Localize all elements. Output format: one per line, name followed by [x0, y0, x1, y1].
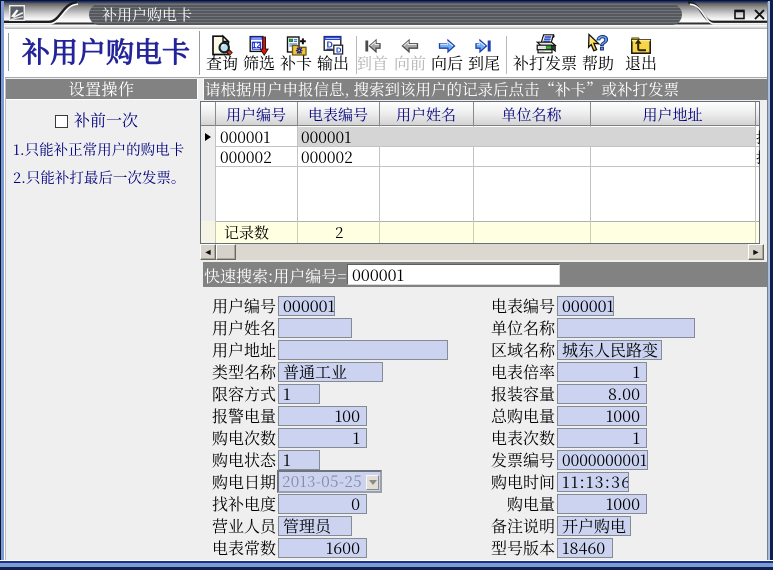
svg-text:D: D	[327, 40, 333, 50]
